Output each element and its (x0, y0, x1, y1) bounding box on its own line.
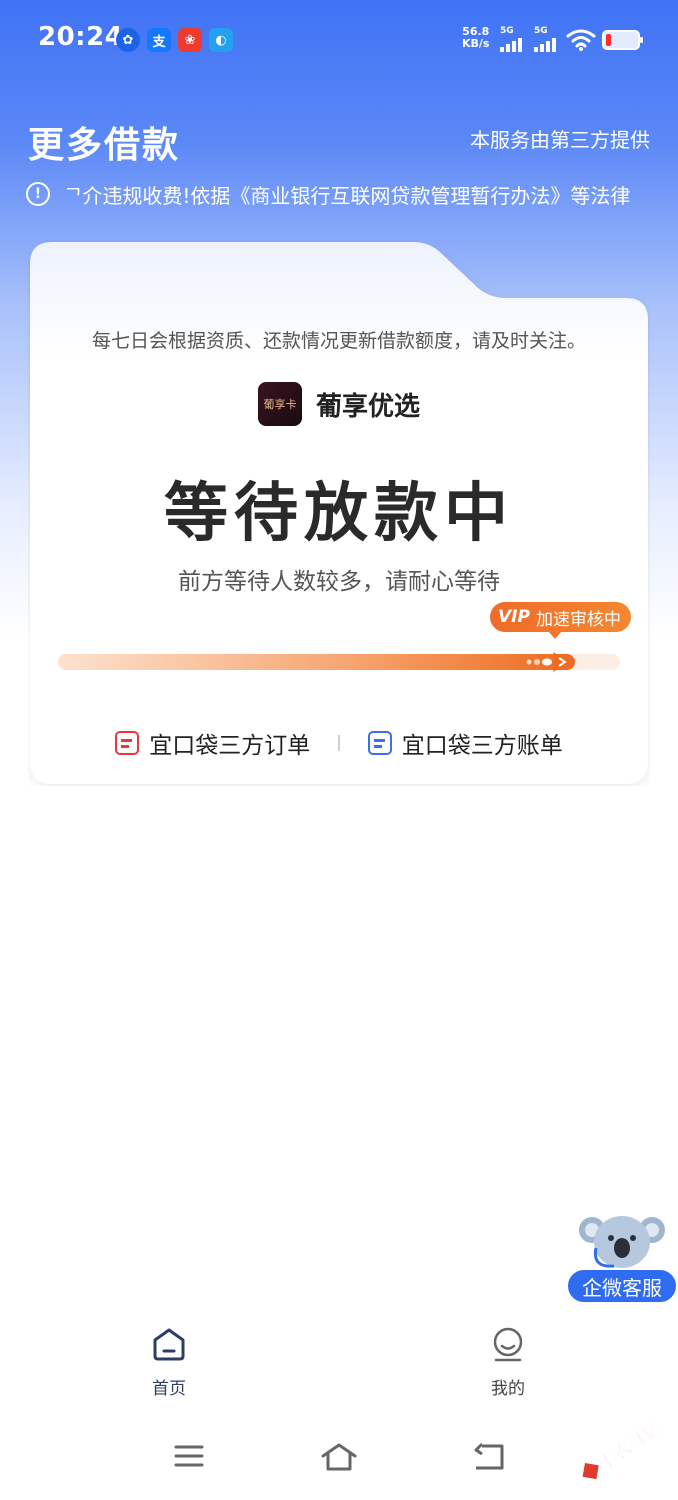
loan-status-card: 每七日会根据资质、还款情况更新借款额度，请及时关注。 葡享卡 葡享优选 等待放款… (28, 240, 650, 786)
bill-link[interactable]: 宜口袋三方账单 (367, 726, 563, 760)
koala-mascot-icon (579, 1216, 665, 1268)
card-description: 每七日会根据资质、还款情况更新借款额度，请及时关注。 (91, 330, 586, 352)
signal-label: 5G (500, 26, 514, 36)
brand-logo: 葡享卡 (257, 382, 302, 426)
network-speed-unit: KB/s (462, 37, 490, 50)
brand-row: 葡享卡 葡享优选 (28, 382, 650, 426)
tab-home[interactable]: 首页 (124, 1326, 214, 1399)
vip-accelerate-badge[interactable]: VIP 加速审核中 (490, 602, 631, 639)
order-link-label: 宜口袋三方订单 (149, 733, 311, 759)
community-watermark: 卡农社区 (582, 1415, 665, 1480)
menu-icon[interactable] (174, 1442, 204, 1470)
order-link[interactable]: 宜口袋三方订单 (115, 726, 310, 760)
customer-service-float[interactable]: 企微客服 (566, 1208, 678, 1304)
nav-home-icon[interactable] (320, 1442, 358, 1472)
svg-text:卡农社区: 卡农社区 (594, 1415, 665, 1473)
wifi-icon (566, 28, 596, 56)
order-icon (115, 731, 140, 755)
battery-icon (602, 30, 643, 50)
provider-note: 本服务由第三方提供 (470, 128, 650, 152)
signal-label: 5G (534, 26, 548, 36)
profile-icon (493, 1327, 523, 1362)
tab-profile[interactable]: 我的 (463, 1326, 553, 1399)
notification-icons: ✿ 支 ❀ ◐ (116, 28, 233, 52)
progress-fill (58, 654, 575, 670)
bill-link-label: 宜口袋三方账单 (401, 733, 563, 759)
progress-bar (58, 652, 620, 672)
order-links: 宜口袋三方订单 宜口袋三方账单 (28, 726, 650, 760)
home-icon (153, 1328, 185, 1361)
network-speed: 56.8 KB/s (462, 26, 489, 50)
pinduoduo-app-icon: ❀ (178, 28, 202, 52)
tab-profile-label: 我的 (491, 1379, 525, 1399)
page-title: 更多借款 (28, 125, 181, 166)
vip-badge-text: 加速审核中 (535, 609, 621, 630)
info-icon: ! (26, 182, 50, 206)
browser-app-icon: ✿ (116, 28, 140, 52)
status-time: 20:24 (38, 22, 124, 52)
vip-mark: VIP (498, 607, 530, 627)
tab-home-label: 首页 (152, 1379, 186, 1399)
cloud-app-icon: ◐ (209, 28, 233, 52)
back-icon[interactable] (472, 1442, 506, 1472)
brand-name: 葡享优选 (315, 391, 420, 422)
notice-text: ᄀ介违规收费!依据《商业银行互联网贷款管理暂行办法》等法律 (64, 183, 631, 208)
notice-banner[interactable]: ! ᄀ介违规收费!依据《商业银行互联网贷款管理暂行办法》等法律 (26, 180, 652, 208)
status-bar: 20:24 ✿ 支 ❀ ◐ 56.8 KB/s 5G 5G (0, 0, 678, 80)
rocket-icon (526, 652, 571, 672)
bottom-tab-bar: 首页 我的 (0, 1320, 678, 1410)
bill-icon (367, 731, 392, 755)
status-subtitle: 前方等待人数较多，请耐心等待 (178, 569, 500, 595)
alipay-app-icon: 支 (147, 28, 171, 52)
status-title: 等待放款中 (164, 477, 514, 551)
link-divider (338, 735, 340, 751)
customer-service-button[interactable]: 企微客服 (566, 1268, 678, 1304)
